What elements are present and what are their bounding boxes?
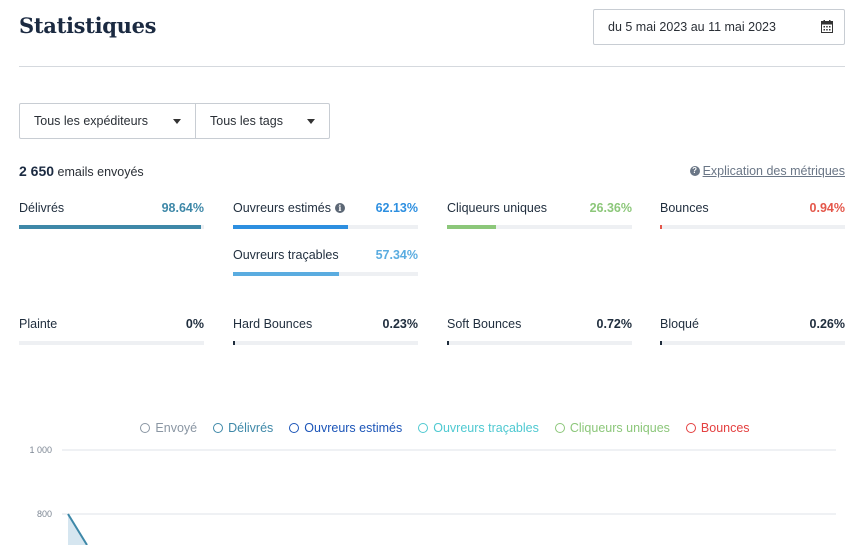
legend-item-trackable-openers[interactable]: Ouvreurs traçables bbox=[418, 421, 539, 435]
metric-hard-bounces: Hard Bounces 0.23% bbox=[233, 316, 418, 345]
metric-soft-bounces: Soft Bounces 0.72% bbox=[447, 316, 632, 345]
metric-bar-fill bbox=[660, 225, 662, 229]
legend-label: Bounces bbox=[700, 421, 750, 435]
sent-count-label: emails envoyés bbox=[57, 165, 144, 179]
metric-delivered: Délivrés 98.64% bbox=[19, 200, 204, 229]
metric-bar-fill bbox=[233, 272, 340, 276]
metric-bar-track bbox=[233, 341, 418, 345]
chevron-down-icon bbox=[307, 119, 315, 124]
chevron-down-icon bbox=[173, 119, 181, 124]
tag-filter-label: Tous les tags bbox=[210, 114, 283, 128]
y-tick-label: 1 000 bbox=[29, 445, 52, 455]
metric-value: 98.64% bbox=[161, 201, 204, 215]
metric-value: 0.72% bbox=[596, 317, 632, 331]
legend-item-estimated-openers[interactable]: Ouvreurs estimés bbox=[289, 421, 402, 435]
metrics-explanation-link[interactable]: ? Explication des métriques bbox=[689, 164, 845, 178]
metric-label: Cliqueurs uniques bbox=[447, 201, 548, 215]
metric-bar-fill bbox=[447, 225, 496, 229]
sender-filter-dropdown[interactable]: Tous les expéditeurs bbox=[20, 104, 196, 138]
chart-legend: Envoyé Délivrés Ouvreurs estimés Ouvreur… bbox=[0, 421, 864, 435]
metric-bounces: Bounces 0.94% bbox=[660, 200, 845, 229]
metric-label: Ouvreurs traçables bbox=[233, 248, 339, 262]
metric-bar-track bbox=[660, 341, 845, 345]
sent-count: 2 650 emails envoyés bbox=[19, 163, 144, 179]
metric-complaint: Plainte 0% bbox=[19, 316, 204, 345]
metric-bar-track bbox=[19, 341, 204, 345]
stats-line-chart: 1 000 800 bbox=[29, 445, 836, 545]
legend-item-delivered[interactable]: Délivrés bbox=[213, 421, 273, 435]
metric-label: Ouvreurs estimés bbox=[233, 201, 331, 215]
metric-label: Bloqué bbox=[660, 317, 699, 331]
metric-value: 0.26% bbox=[809, 317, 845, 331]
metric-label: Plainte bbox=[19, 317, 58, 331]
y-tick-label: 800 bbox=[37, 509, 52, 519]
date-range-value: du 5 mai 2023 au 11 mai 2023 bbox=[608, 20, 776, 34]
metrics-explanation-label: Explication des métriques bbox=[702, 164, 845, 178]
metric-label: Soft Bounces bbox=[447, 317, 522, 331]
header-divider bbox=[19, 66, 845, 67]
metric-bar-fill bbox=[660, 341, 662, 345]
legend-item-sent[interactable]: Envoyé bbox=[140, 421, 197, 435]
sent-count-number: 2 650 bbox=[19, 163, 55, 179]
metric-bar-fill bbox=[19, 225, 202, 229]
legend-marker bbox=[140, 423, 151, 433]
metric-value: 57.34% bbox=[375, 248, 418, 262]
date-range-picker[interactable]: du 5 mai 2023 au 11 mai 2023 bbox=[593, 9, 845, 45]
metric-bar-fill bbox=[233, 225, 348, 229]
sender-filter-label: Tous les expéditeurs bbox=[34, 114, 148, 128]
legend-label: Envoyé bbox=[155, 421, 198, 435]
metric-bar-track bbox=[447, 225, 632, 229]
metric-bar-fill bbox=[447, 341, 449, 345]
calendar-icon bbox=[821, 20, 833, 33]
metric-bar-track bbox=[447, 341, 632, 345]
legend-marker bbox=[213, 423, 224, 433]
metric-label: Délivrés bbox=[19, 201, 65, 215]
page-title: Statistiques bbox=[19, 13, 157, 38]
legend-label: Ouvreurs traçables bbox=[433, 421, 539, 435]
metric-bar-track bbox=[233, 225, 418, 229]
legend-label: Délivrés bbox=[228, 421, 274, 435]
metric-value: 0.23% bbox=[382, 317, 418, 331]
metric-value: 62.13% bbox=[375, 201, 418, 215]
metric-bar-track bbox=[19, 225, 204, 229]
legend-marker bbox=[685, 423, 696, 433]
metric-estimated-openers: Ouvreurs estimés i 62.13% bbox=[233, 200, 418, 229]
legend-item-bounces[interactable]: Bounces bbox=[685, 421, 750, 435]
legend-marker bbox=[418, 423, 429, 433]
metric-bar-track bbox=[660, 225, 845, 229]
info-icon[interactable]: i bbox=[334, 203, 345, 213]
legend-label: Cliqueurs uniques bbox=[569, 421, 670, 435]
filter-bar: Tous les expéditeurs Tous les tags bbox=[19, 103, 330, 139]
legend-marker bbox=[289, 423, 300, 433]
metric-bar-fill bbox=[233, 341, 235, 345]
metric-label: Bounces bbox=[660, 201, 709, 215]
metric-value: 0.94% bbox=[809, 201, 845, 215]
metric-label: Hard Bounces bbox=[233, 317, 313, 331]
metric-unique-clickers: Cliqueurs uniques 26.36% bbox=[447, 200, 632, 229]
tag-filter-dropdown[interactable]: Tous les tags bbox=[196, 104, 329, 138]
legend-marker bbox=[554, 423, 565, 433]
legend-label: Ouvreurs estimés bbox=[304, 421, 403, 435]
metric-blocked: Bloqué 0.26% bbox=[660, 316, 845, 345]
legend-item-unique-clickers[interactable]: Cliqueurs uniques bbox=[554, 421, 670, 435]
metric-value: 26.36% bbox=[589, 201, 632, 215]
metric-bar-track bbox=[233, 272, 418, 276]
metric-trackable-openers: Ouvreurs traçables 57.34% bbox=[233, 247, 418, 276]
metric-value: 0% bbox=[185, 317, 204, 331]
question-icon: ? bbox=[689, 166, 700, 176]
